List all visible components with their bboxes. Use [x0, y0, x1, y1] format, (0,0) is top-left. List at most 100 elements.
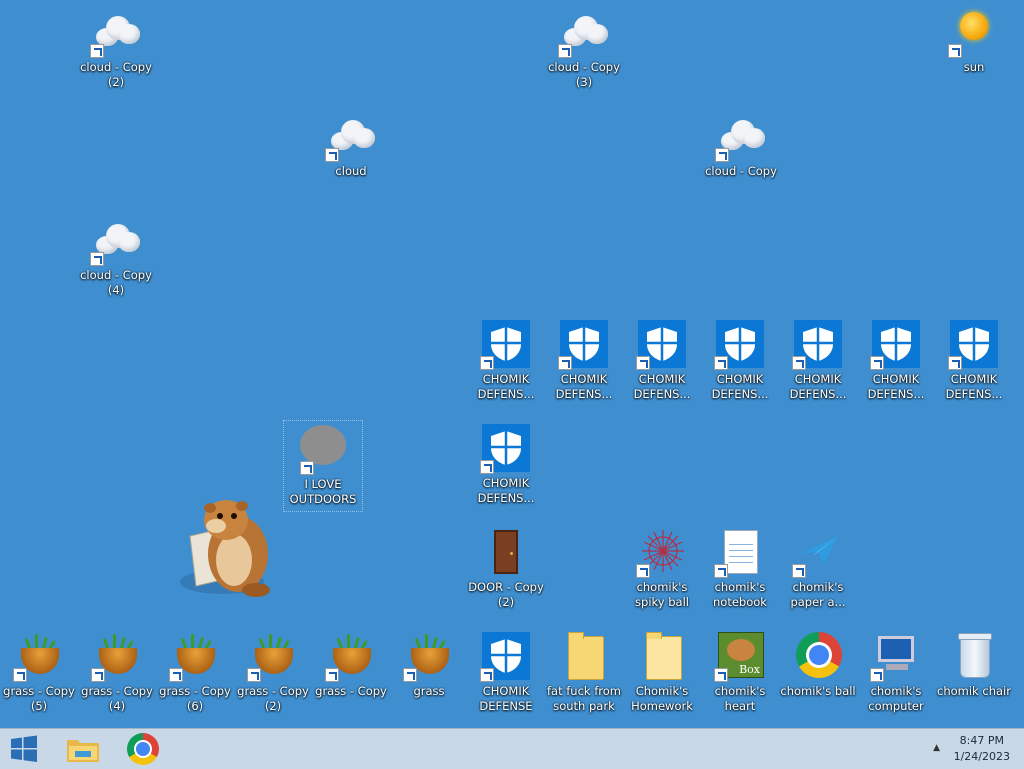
folder-icon: [636, 630, 688, 682]
hamster-box-icon: Box: [714, 630, 766, 682]
desktop-icon-grass[interactable]: grass: [390, 630, 468, 699]
desktop-icon-grass-copy-5[interactable]: grass - Copy (5): [0, 630, 78, 714]
desktop-icon-chomik-defense-4[interactable]: CHOMIK DEFENS...: [701, 318, 779, 402]
folder-icon: [558, 630, 610, 682]
desktop-icon-south-park-folder[interactable]: fat fuck from south park: [545, 630, 623, 714]
shortcut-arrow-icon: [325, 148, 339, 162]
desktop-icon-chomik-defense-6[interactable]: CHOMIK DEFENS...: [857, 318, 935, 402]
shield-icon: [714, 318, 766, 370]
cloud-icon: [325, 110, 377, 162]
icon-label: cloud: [335, 164, 367, 178]
shortcut-arrow-icon: [558, 356, 572, 370]
icon-label: sun: [963, 60, 985, 74]
shortcut-arrow-icon: [90, 252, 104, 266]
icon-label: CHOMIK DEFENS...: [555, 372, 613, 401]
icon-label: CHOMIK DEFENS...: [945, 372, 1003, 401]
box-text: Box: [739, 663, 760, 676]
icon-label: chomik's ball: [780, 684, 856, 698]
shortcut-arrow-icon: [403, 668, 417, 682]
desktop-icon-grass-copy-2[interactable]: grass - Copy (2): [234, 630, 312, 714]
desktop-icon-chomik-defense-8[interactable]: CHOMIK DEFENS...: [467, 422, 545, 506]
shortcut-arrow-icon: [715, 148, 729, 162]
desktop-icon-chomik-defense-2[interactable]: CHOMIK DEFENS...: [545, 318, 623, 402]
icon-label: grass: [413, 684, 445, 698]
icon-label: cloud - Copy (3): [548, 60, 620, 89]
desktop-icon-grass-copy-6[interactable]: grass - Copy (6): [156, 630, 234, 714]
file-explorer-icon: [67, 740, 99, 762]
desktop-icon-chomik-defense-1[interactable]: CHOMIK DEFENS...: [467, 318, 545, 402]
desktop-icon-chomik-defense-5[interactable]: CHOMIK DEFENS...: [779, 318, 857, 402]
shortcut-arrow-icon: [792, 564, 806, 578]
icon-label: CHOMIK DEFENS...: [477, 476, 535, 505]
desktop-icon-sun[interactable]: sun: [935, 6, 1013, 75]
desktop-icon-grass-copy-4[interactable]: grass - Copy (4): [78, 630, 156, 714]
icon-label: CHOMIK DEFENS...: [477, 372, 535, 401]
shield-icon: [870, 318, 922, 370]
grass-bowl-icon: [247, 630, 299, 682]
chrome-icon: [127, 733, 159, 765]
desktop-icon-cloud-copy[interactable]: cloud - Copy: [702, 110, 780, 179]
desktop-icon-notebook[interactable]: chomik's notebook: [701, 526, 779, 610]
shield-icon: [480, 630, 532, 682]
desktop-icon-chomik-defense-7[interactable]: CHOMIK DEFENS...: [935, 318, 1013, 402]
icon-label: grass - Copy (6): [159, 684, 231, 713]
grass-bowl-icon: [13, 630, 65, 682]
icon-label: CHOMIK DEFENS...: [789, 372, 847, 401]
shortcut-arrow-icon: [90, 44, 104, 58]
icon-label: CHOMIK DEFENSE: [479, 684, 533, 713]
shield-icon: [948, 318, 1000, 370]
icon-label: chomik's notebook: [713, 580, 767, 609]
desktop-icon-cloud-copy-2[interactable]: cloud - Copy (2): [77, 6, 155, 90]
shield-icon: [480, 318, 532, 370]
desktop-icon-chomik-defense-main[interactable]: CHOMIK DEFENSE: [467, 630, 545, 714]
shortcut-arrow-icon: [247, 668, 261, 682]
shield-icon: [480, 422, 532, 474]
windows-logo-icon: [11, 735, 37, 762]
computer-icon: [870, 630, 922, 682]
desktop-icon-i-love-outdoors[interactable]: I LOVE OUTDOORS: [283, 420, 363, 512]
desktop-icon-cloud[interactable]: cloud: [312, 110, 390, 179]
desktop-icon-door-copy-2[interactable]: DOOR - Copy (2): [467, 526, 545, 610]
shortcut-arrow-icon: [714, 356, 728, 370]
show-hidden-icons-button[interactable]: ▲: [933, 743, 940, 753]
shortcut-arrow-icon: [300, 461, 314, 475]
sun-icon: [948, 6, 1000, 58]
desktop[interactable]: cloud - Copy (2) cloud - Copy (3) sun cl…: [0, 0, 1024, 728]
icon-label: chomik's spiky ball: [635, 580, 689, 609]
desktop-icon-computer[interactable]: chomik's computer: [857, 630, 935, 714]
icon-label: chomik's heart: [714, 684, 766, 713]
icon-label: grass - Copy (2): [237, 684, 309, 713]
door-icon: [480, 526, 532, 578]
desktop-icon-cloud-copy-3[interactable]: cloud - Copy (3): [545, 6, 623, 90]
shield-icon: [792, 318, 844, 370]
clock[interactable]: 8:47 PM 1/24/2023: [954, 733, 1010, 765]
icon-label: cloud - Copy (2): [80, 60, 152, 89]
desktop-icon-chair[interactable]: chomik chair: [935, 630, 1013, 699]
icon-label: cloud - Copy (4): [80, 268, 152, 297]
grass-bowl-icon: [325, 630, 377, 682]
shortcut-arrow-icon: [792, 356, 806, 370]
desktop-icon-paper-airplane[interactable]: chomik's paper a...: [779, 526, 857, 610]
icon-label: grass - Copy (4): [81, 684, 153, 713]
icon-label: grass - Copy: [315, 684, 387, 698]
desktop-icon-cloud-copy-4[interactable]: cloud - Copy (4): [77, 214, 155, 298]
desktop-icon-chomik-defense-3[interactable]: CHOMIK DEFENS...: [623, 318, 701, 402]
file-explorer-taskbar-button[interactable]: [56, 729, 114, 769]
shortcut-arrow-icon: [870, 356, 884, 370]
clock-time: 8:47 PM: [959, 734, 1004, 747]
desktop-icon-grass-copy[interactable]: grass - Copy: [312, 630, 390, 699]
start-button[interactable]: [0, 729, 58, 769]
desktop-icon-ball[interactable]: chomik's ball: [779, 630, 857, 699]
shield-icon: [558, 318, 610, 370]
hamster-image: [180, 500, 270, 597]
chrome-taskbar-button[interactable]: [114, 729, 172, 769]
cloud-icon: [558, 6, 610, 58]
desktop-icon-homework-folder[interactable]: Chomik's Homework: [623, 630, 701, 714]
cloud-icon: [90, 6, 142, 58]
desktop-icon-heart[interactable]: Box chomik's heart: [701, 630, 779, 714]
cloud-icon: [715, 110, 767, 162]
desktop-icon-spiky-ball[interactable]: chomik's spiky ball: [623, 526, 701, 610]
icon-label: chomik's paper a...: [790, 580, 846, 609]
icon-label: CHOMIK DEFENS...: [711, 372, 769, 401]
grass-bowl-icon: [169, 630, 221, 682]
